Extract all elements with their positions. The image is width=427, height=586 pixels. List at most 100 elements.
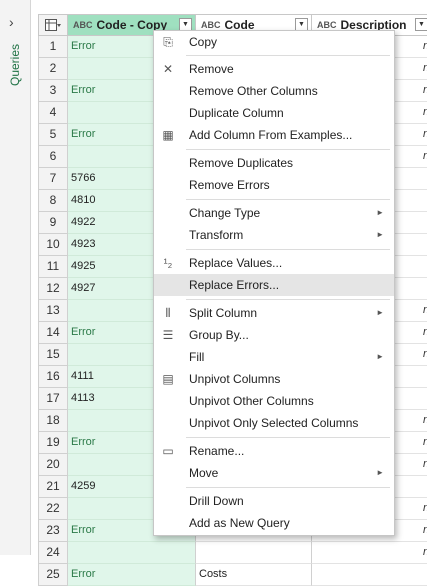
menu-item-label: Rename... bbox=[189, 444, 245, 458]
row-number[interactable]: 20 bbox=[38, 454, 68, 476]
cell-description[interactable] bbox=[312, 564, 427, 586]
row-number[interactable]: 24 bbox=[38, 542, 68, 564]
menu-item-move[interactable]: Move ► bbox=[154, 462, 394, 484]
cell-code-copy[interactable] bbox=[68, 542, 196, 564]
menu-item-label: Duplicate Column bbox=[189, 106, 284, 120]
row-number[interactable]: 9 bbox=[38, 212, 68, 234]
row-number[interactable]: 8 bbox=[38, 190, 68, 212]
remove-column-icon: ✕ bbox=[162, 62, 174, 76]
row-number[interactable]: 15 bbox=[38, 344, 68, 366]
column-context-menu: ⎘ Copy ✕ Remove Remove Other Columns Duplicat… bbox=[153, 30, 395, 536]
submenu-arrow-icon: ► bbox=[376, 468, 384, 477]
menu-separator bbox=[186, 487, 390, 488]
menu-item-label: Transform bbox=[189, 228, 244, 242]
menu-item-replace-errors[interactable]: Replace Errors... bbox=[154, 274, 394, 296]
menu-item-drill-down[interactable]: Drill Down bbox=[154, 490, 394, 512]
menu-item-unpivot-only-selected-columns[interactable]: Unpivot Only Selected Columns bbox=[154, 412, 394, 434]
menu-item-transform[interactable]: Transform ► bbox=[154, 224, 394, 246]
menu-item-label: Remove Other Columns bbox=[189, 84, 318, 98]
cell-code[interactable] bbox=[196, 542, 312, 564]
menu-item-duplicate-column[interactable]: Duplicate Column bbox=[154, 102, 394, 124]
menu-item-add-as-new-query[interactable]: Add as New Query bbox=[154, 512, 394, 534]
replace-values-icon: ¹₂ bbox=[163, 256, 173, 270]
menu-item-label: Add as New Query bbox=[189, 516, 290, 530]
menu-item-copy[interactable]: ⎘ Copy bbox=[154, 31, 394, 53]
queries-pane-label[interactable]: Queries bbox=[8, 44, 22, 90]
cell-code-copy[interactable]: Error bbox=[68, 564, 196, 586]
queries-pane: › Queries bbox=[0, 0, 31, 555]
filter-dropdown-icon[interactable]: ▼ bbox=[415, 18, 427, 31]
menu-item-label: Unpivot Other Columns bbox=[189, 394, 314, 408]
menu-item-label: Split Column bbox=[189, 306, 258, 320]
menu-item-label: Fill bbox=[189, 350, 205, 364]
menu-item-remove-other-columns[interactable]: Remove Other Columns bbox=[154, 80, 394, 102]
row-number[interactable]: 11 bbox=[38, 256, 68, 278]
menu-separator bbox=[186, 199, 390, 200]
menu-item-label: Copy bbox=[189, 35, 218, 49]
row-number[interactable]: 17 bbox=[38, 388, 68, 410]
row-number[interactable]: 2 bbox=[38, 58, 68, 80]
menu-item-unpivot-other-columns[interactable]: Unpivot Other Columns bbox=[154, 390, 394, 412]
cell-code[interactable]: Costs bbox=[196, 564, 312, 586]
menu-item-change-type[interactable]: Change Type ► bbox=[154, 202, 394, 224]
row-number[interactable]: 10 bbox=[38, 234, 68, 256]
unpivot-icon: ▤ bbox=[162, 372, 174, 386]
row-number[interactable]: 18 bbox=[38, 410, 68, 432]
menu-item-label: Unpivot Columns bbox=[189, 372, 281, 386]
text-type-icon[interactable]: ABC bbox=[317, 20, 337, 30]
menu-item-unpivot-columns[interactable]: ▤ Unpivot Columns bbox=[154, 368, 394, 390]
menu-separator bbox=[186, 437, 390, 438]
menu-separator bbox=[186, 299, 390, 300]
row-number[interactable]: 25 bbox=[38, 564, 68, 586]
expand-chevron-icon[interactable]: › bbox=[9, 14, 14, 30]
table-row: 24 nu bbox=[38, 542, 427, 564]
split-column-icon: ⫴ bbox=[165, 306, 171, 320]
row-number[interactable]: 6 bbox=[38, 146, 68, 168]
row-number[interactable]: 16 bbox=[38, 366, 68, 388]
row-number[interactable]: 5 bbox=[38, 124, 68, 146]
menu-separator bbox=[186, 149, 390, 150]
menu-item-add-column-from-examples[interactable]: ▦ Add Column From Examples... bbox=[154, 124, 394, 146]
text-type-icon[interactable]: ABC bbox=[73, 20, 93, 30]
row-number[interactable]: 13 bbox=[38, 300, 68, 322]
menu-item-label: Change Type bbox=[189, 206, 261, 220]
row-number[interactable]: 21 bbox=[38, 476, 68, 498]
menu-item-label: Remove Duplicates bbox=[189, 156, 294, 170]
submenu-arrow-icon: ► bbox=[376, 308, 384, 317]
menu-item-label: Drill Down bbox=[189, 494, 244, 508]
menu-item-fill[interactable]: Fill ► bbox=[154, 346, 394, 368]
row-number[interactable]: 1 bbox=[38, 36, 68, 58]
menu-item-remove[interactable]: ✕ Remove bbox=[154, 58, 394, 80]
row-number[interactable]: 3 bbox=[38, 80, 68, 102]
copy-icon: ⎘ bbox=[163, 35, 173, 49]
row-number[interactable]: 7 bbox=[38, 168, 68, 190]
menu-item-split-column[interactable]: ⫴ Split Column ► bbox=[154, 302, 394, 324]
menu-item-remove-duplicates[interactable]: Remove Duplicates bbox=[154, 152, 394, 174]
submenu-arrow-icon: ► bbox=[376, 352, 384, 361]
menu-separator bbox=[186, 55, 390, 56]
submenu-arrow-icon: ► bbox=[376, 230, 384, 239]
menu-item-remove-errors[interactable]: Remove Errors bbox=[154, 174, 394, 196]
text-type-icon[interactable]: ABC bbox=[201, 20, 221, 30]
row-number[interactable]: 19 bbox=[38, 432, 68, 454]
row-number[interactable]: 12 bbox=[38, 278, 68, 300]
table-menu-icon[interactable] bbox=[38, 14, 68, 36]
row-number[interactable]: 4 bbox=[38, 102, 68, 124]
menu-item-label: Remove Errors bbox=[189, 178, 270, 192]
row-number[interactable]: 23 bbox=[38, 520, 68, 542]
menu-separator bbox=[186, 249, 390, 250]
menu-item-label: Group By... bbox=[189, 328, 249, 342]
menu-item-label: Move bbox=[189, 466, 219, 480]
menu-item-label: Unpivot Only Selected Columns bbox=[189, 416, 359, 430]
menu-item-group-by[interactable]: ☰ Group By... bbox=[154, 324, 394, 346]
row-number[interactable]: 14 bbox=[38, 322, 68, 344]
menu-item-replace-values[interactable]: ¹₂ Replace Values... bbox=[154, 252, 394, 274]
menu-item-label: Remove bbox=[189, 62, 234, 76]
submenu-arrow-icon: ► bbox=[376, 208, 384, 217]
cell-description[interactable]: nu bbox=[312, 542, 427, 564]
menu-item-label: Add Column From Examples... bbox=[189, 128, 353, 142]
table-row: 25 Error Costs bbox=[38, 564, 427, 586]
rename-icon: ▭ bbox=[162, 444, 174, 458]
menu-item-rename[interactable]: ▭ Rename... bbox=[154, 440, 394, 462]
row-number[interactable]: 22 bbox=[38, 498, 68, 520]
